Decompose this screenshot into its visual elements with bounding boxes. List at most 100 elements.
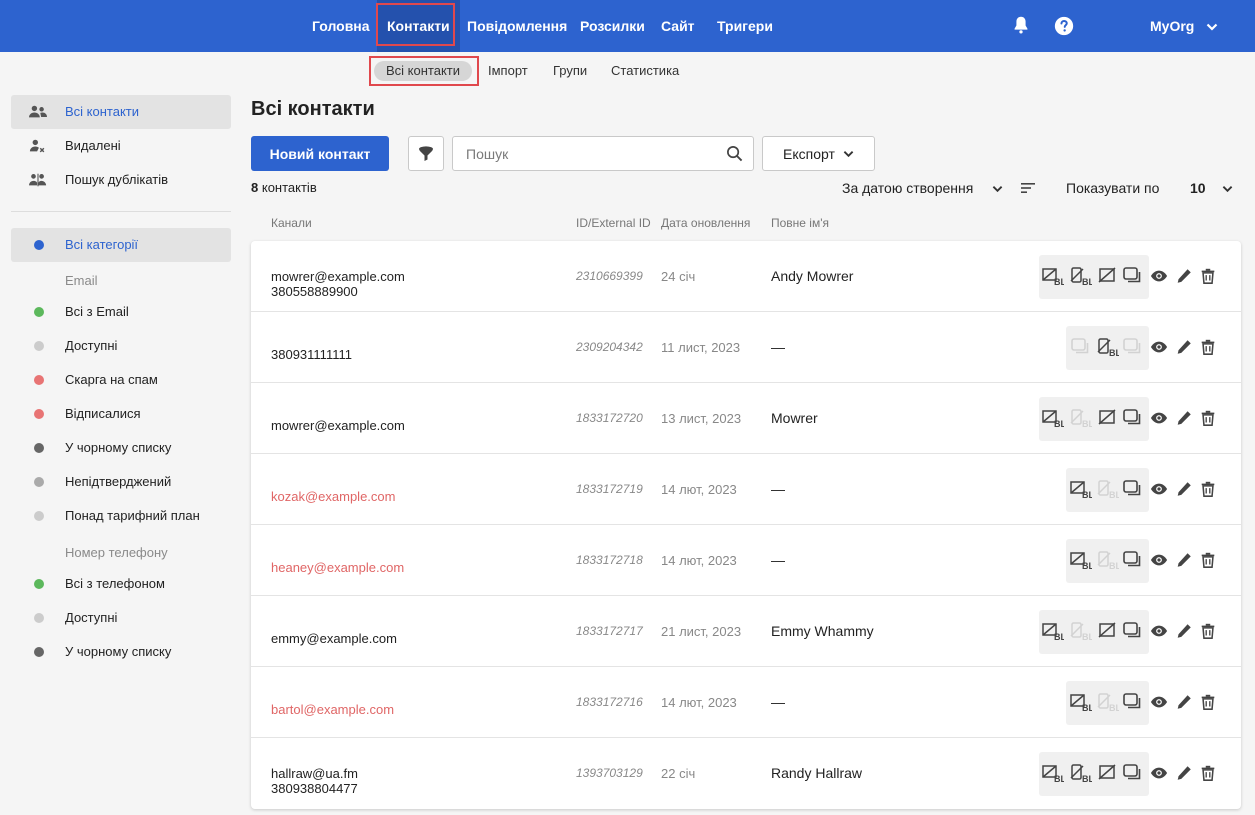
- eye-icon[interactable]: [1150, 480, 1168, 498]
- nav-mailings[interactable]: Розсилки: [580, 0, 645, 52]
- email-blacklist-icon[interactable]: BL: [1070, 692, 1092, 712]
- pencil-icon[interactable]: [1175, 764, 1193, 782]
- sidebar-item-phone-all[interactable]: Всі з телефоном: [11, 567, 231, 601]
- table-row[interactable]: hallraw@ua.fm 380938804477 1393703129 22 сі…: [251, 738, 1241, 809]
- subscription-off-icon[interactable]: [1097, 621, 1119, 641]
- phone-blacklist-icon[interactable]: BL: [1097, 479, 1119, 499]
- contact-email[interactable]: hallraw@ua.fm: [271, 766, 358, 781]
- sidebar-item-email-over-plan[interactable]: Понад тарифний план: [11, 499, 231, 533]
- help-icon[interactable]: [1053, 15, 1075, 37]
- messages-icon[interactable]: [1122, 479, 1144, 499]
- table-row[interactable]: kozak@example.com 1833172719 14 лют, 2023 —…: [251, 454, 1241, 525]
- subscription-off-icon[interactable]: [1097, 408, 1119, 428]
- messages-icon[interactable]: [1122, 337, 1144, 357]
- email-blacklist-icon[interactable]: BL: [1042, 621, 1064, 641]
- contact-phone[interactable]: 380931111111: [271, 347, 352, 362]
- subscription-off-icon[interactable]: [1097, 266, 1119, 286]
- search-icon[interactable]: [726, 145, 743, 162]
- subnav-statistics[interactable]: Статистика: [611, 62, 679, 80]
- phone-blacklist-icon[interactable]: BL: [1070, 408, 1092, 428]
- nav-home[interactable]: Головна: [312, 0, 370, 52]
- messages-icon[interactable]: [1122, 408, 1144, 428]
- pencil-icon[interactable]: [1175, 409, 1193, 427]
- new-contact-button[interactable]: Новий контакт: [251, 136, 389, 171]
- sidebar-item-all-contacts[interactable]: Всі контакти: [11, 95, 231, 129]
- sidebar-item-email-blacklist[interactable]: У чорному списку: [11, 431, 231, 465]
- nav-triggers[interactable]: Тригери: [717, 0, 773, 52]
- messages-icon[interactable]: [1122, 621, 1144, 641]
- nav-messages[interactable]: Повідомлення: [467, 0, 567, 52]
- nav-contacts[interactable]: Контакти: [377, 0, 460, 52]
- email-blacklist-icon[interactable]: BL: [1042, 408, 1064, 428]
- trash-icon[interactable]: [1199, 622, 1217, 640]
- sidebar-item-duplicates[interactable]: Пошук дублікатів: [11, 163, 231, 197]
- pencil-icon[interactable]: [1175, 551, 1193, 569]
- pencil-icon[interactable]: [1175, 693, 1193, 711]
- trash-icon[interactable]: [1199, 409, 1217, 427]
- contact-email[interactable]: mowrer@example.com: [271, 418, 405, 433]
- pencil-icon[interactable]: [1175, 267, 1193, 285]
- search-input[interactable]: [453, 137, 723, 170]
- pencil-icon[interactable]: [1175, 480, 1193, 498]
- filter-button[interactable]: [408, 136, 444, 171]
- sidebar-item-email-unsubscribed[interactable]: Відписалися: [11, 397, 231, 431]
- phone-blacklist-icon[interactable]: BL: [1097, 337, 1119, 357]
- nav-site[interactable]: Сайт: [661, 0, 695, 52]
- table-row[interactable]: emmy@example.com 1833172717 21 лист, 2023 E…: [251, 596, 1241, 667]
- sidebar-item-deleted[interactable]: Видалені: [11, 129, 231, 163]
- sidebar-item-phone-available[interactable]: Доступні: [11, 601, 231, 635]
- trash-icon[interactable]: [1199, 338, 1217, 356]
- phone-blacklist-icon[interactable]: BL: [1097, 550, 1119, 570]
- contact-email[interactable]: kozak@example.com: [271, 489, 395, 504]
- eye-icon[interactable]: [1150, 764, 1168, 782]
- email-blacklist-icon[interactable]: BL: [1042, 763, 1064, 783]
- sidebar-item-phone-blacklist[interactable]: У чорному списку: [11, 635, 231, 669]
- pencil-icon[interactable]: [1175, 622, 1193, 640]
- pencil-icon[interactable]: [1175, 338, 1193, 356]
- messages-icon[interactable]: [1122, 550, 1144, 570]
- sort-order-icon[interactable]: [1021, 182, 1035, 194]
- eye-icon[interactable]: [1150, 338, 1168, 356]
- trash-icon[interactable]: [1199, 693, 1217, 711]
- email-blacklist-icon[interactable]: BL: [1070, 479, 1092, 499]
- contact-email[interactable]: heaney@example.com: [271, 560, 404, 575]
- trash-icon[interactable]: [1199, 551, 1217, 569]
- phone-blacklist-icon[interactable]: BL: [1070, 266, 1092, 286]
- table-row[interactable]: heaney@example.com 1833172718 14 лют, 2023…: [251, 525, 1241, 596]
- table-row[interactable]: 380931111111 2309204342 11 лист, 2023 — BL: [251, 312, 1241, 383]
- eye-icon[interactable]: [1150, 267, 1168, 285]
- phone-blacklist-icon[interactable]: BL: [1097, 692, 1119, 712]
- phone-blacklist-icon[interactable]: BL: [1070, 763, 1092, 783]
- sidebar-item-email-available[interactable]: Доступні: [11, 329, 231, 363]
- table-row[interactable]: mowrer@example.com 1833172720 13 лист, 202…: [251, 383, 1241, 454]
- sidebar-item-all-categories[interactable]: Всі категорії: [11, 228, 231, 262]
- eye-icon[interactable]: [1150, 622, 1168, 640]
- contact-email[interactable]: bartol@example.com: [271, 702, 394, 717]
- subnav-groups[interactable]: Групи: [553, 62, 587, 80]
- chevron-down-icon[interactable]: [1222, 185, 1233, 193]
- sidebar-item-email-spam[interactable]: Скарга на спам: [11, 363, 231, 397]
- eye-icon[interactable]: [1150, 693, 1168, 711]
- contact-email[interactable]: mowrer@example.com: [271, 269, 405, 284]
- messages-icon[interactable]: [1122, 266, 1144, 286]
- org-menu[interactable]: MyOrg: [1150, 0, 1218, 52]
- table-row[interactable]: bartol@example.com 1833172716 14 лют, 2023…: [251, 667, 1241, 738]
- messages-icon[interactable]: [1122, 763, 1144, 783]
- table-row[interactable]: mowrer@example.com 380558889900 2310669399…: [251, 241, 1241, 312]
- sidebar-item-email-unconfirmed[interactable]: Непідтверджений: [11, 465, 231, 499]
- subscription-off-icon[interactable]: [1097, 763, 1119, 783]
- subnav-import[interactable]: Імпорт: [488, 62, 528, 80]
- contact-email[interactable]: emmy@example.com: [271, 631, 397, 646]
- messages-icon[interactable]: [1122, 692, 1144, 712]
- trash-icon[interactable]: [1199, 480, 1217, 498]
- eye-icon[interactable]: [1150, 409, 1168, 427]
- per-page-select[interactable]: 10: [1190, 180, 1206, 196]
- export-button[interactable]: Експорт: [762, 136, 875, 171]
- email-blacklist-icon[interactable]: BL: [1042, 266, 1064, 286]
- trash-icon[interactable]: [1199, 764, 1217, 782]
- trash-icon[interactable]: [1199, 267, 1217, 285]
- sort-dropdown[interactable]: За датою створення: [842, 180, 1003, 196]
- bell-icon[interactable]: [1010, 14, 1032, 36]
- email-blacklist-icon[interactable]: BL: [1070, 550, 1092, 570]
- eye-icon[interactable]: [1150, 551, 1168, 569]
